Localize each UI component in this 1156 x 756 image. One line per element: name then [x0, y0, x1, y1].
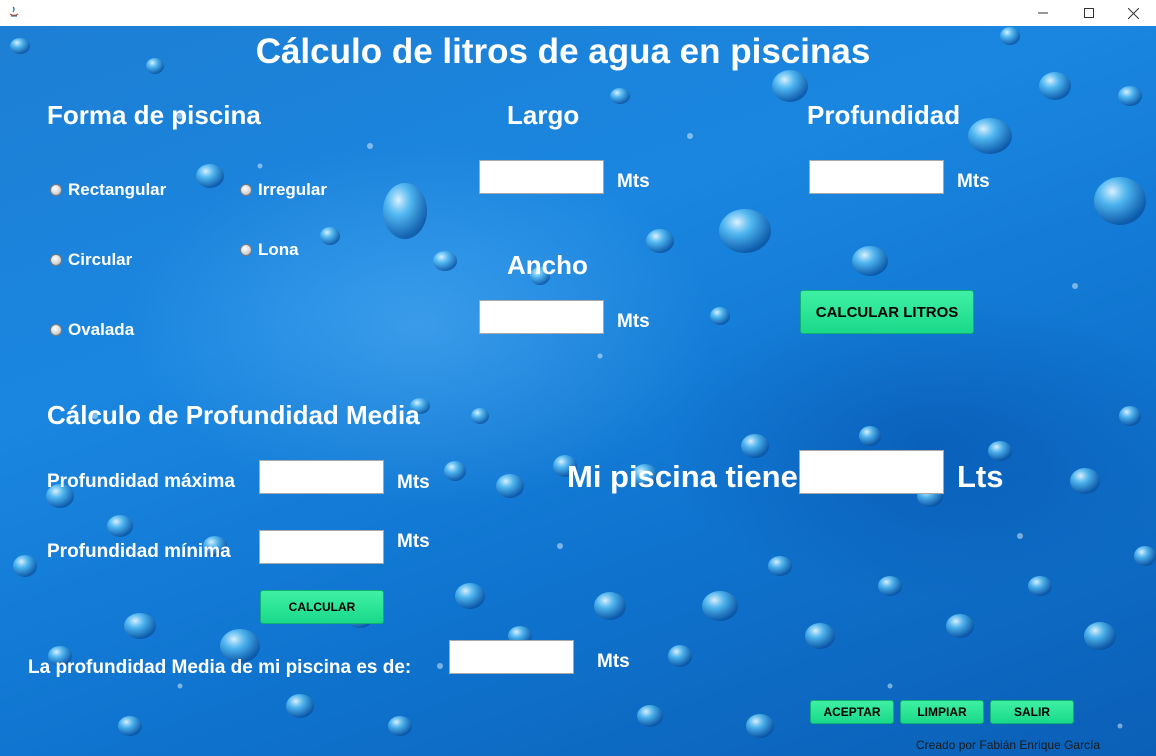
liters-output[interactable] — [799, 450, 944, 494]
avg-depth-label: La profundidad Media de mi piscina es de… — [28, 657, 412, 678]
java-app-icon — [9, 6, 19, 17]
max-depth-input[interactable] — [259, 460, 384, 494]
profundidad-input[interactable] — [809, 160, 944, 194]
depth-calc-heading: Cálculo de Profundidad Media — [47, 400, 420, 430]
radio-circular[interactable]: Circular — [50, 250, 132, 270]
radio-label: Circular — [68, 250, 133, 269]
ancho-unit: Mts — [617, 311, 650, 332]
radio-button-icon — [240, 184, 252, 196]
radio-label: Ovalada — [68, 320, 135, 339]
title-bar — [0, 0, 1156, 26]
radio-button-icon — [50, 324, 62, 336]
profundidad-label: Profundidad — [807, 100, 961, 130]
minimize-button[interactable] — [1020, 0, 1066, 26]
avg-depth-output[interactable] — [449, 640, 574, 674]
radio-label: Rectangular — [68, 180, 167, 199]
maximize-button[interactable] — [1066, 0, 1112, 26]
min-depth-unit: Mts — [397, 531, 430, 552]
radio-lona[interactable]: Lona — [240, 240, 299, 260]
water-drops-background — [10, 27, 1156, 738]
avg-depth-unit: Mts — [597, 651, 630, 672]
main-panel: Cálculo de litros de agua en piscinas Fo… — [0, 26, 1156, 756]
radio-label: Lona — [258, 240, 299, 259]
largo-input[interactable] — [479, 160, 604, 194]
radio-rectangular[interactable]: Rectangular — [50, 180, 166, 200]
radio-button-icon — [50, 184, 62, 196]
calculate-depth-button[interactable]: CALCULAR — [260, 590, 384, 624]
close-button[interactable] — [1110, 0, 1156, 26]
min-depth-label: Profundidad mínima — [47, 541, 231, 562]
accept-button[interactable]: ACEPTAR — [810, 700, 894, 724]
close-icon — [1127, 7, 1139, 19]
largo-unit: Mts — [617, 171, 650, 192]
app-window: Cálculo de litros de agua en piscinas Fo… — [0, 0, 1156, 756]
radio-label: Irregular — [258, 180, 327, 199]
ancho-input[interactable] — [479, 300, 604, 334]
max-depth-unit: Mts — [397, 472, 430, 493]
shape-heading: Forma de piscina — [47, 100, 261, 130]
maximize-icon — [1084, 8, 1094, 18]
result-unit: Lts — [957, 459, 1004, 494]
clear-button[interactable]: LIMPIAR — [900, 700, 984, 724]
exit-button[interactable]: SALIR — [990, 700, 1074, 724]
radio-irregular[interactable]: Irregular — [240, 180, 327, 200]
max-depth-label: Profundidad máxima — [47, 471, 235, 492]
min-depth-input[interactable] — [259, 530, 384, 564]
calculate-liters-button[interactable]: CALCULAR LITROS — [800, 290, 974, 334]
result-label: Mi piscina tiene — [567, 459, 798, 494]
largo-label: Largo — [507, 100, 580, 130]
radio-button-icon — [240, 244, 252, 256]
footer-credit: Creado por Fabián Enrique García — [916, 738, 1101, 752]
profundidad-unit: Mts — [957, 171, 990, 192]
page-title: Cálculo de litros de agua en piscinas — [255, 32, 871, 71]
minimize-icon — [1038, 12, 1048, 14]
radio-button-icon — [50, 254, 62, 266]
radio-ovalada[interactable]: Ovalada — [50, 320, 134, 340]
ancho-label: Ancho — [507, 250, 588, 280]
